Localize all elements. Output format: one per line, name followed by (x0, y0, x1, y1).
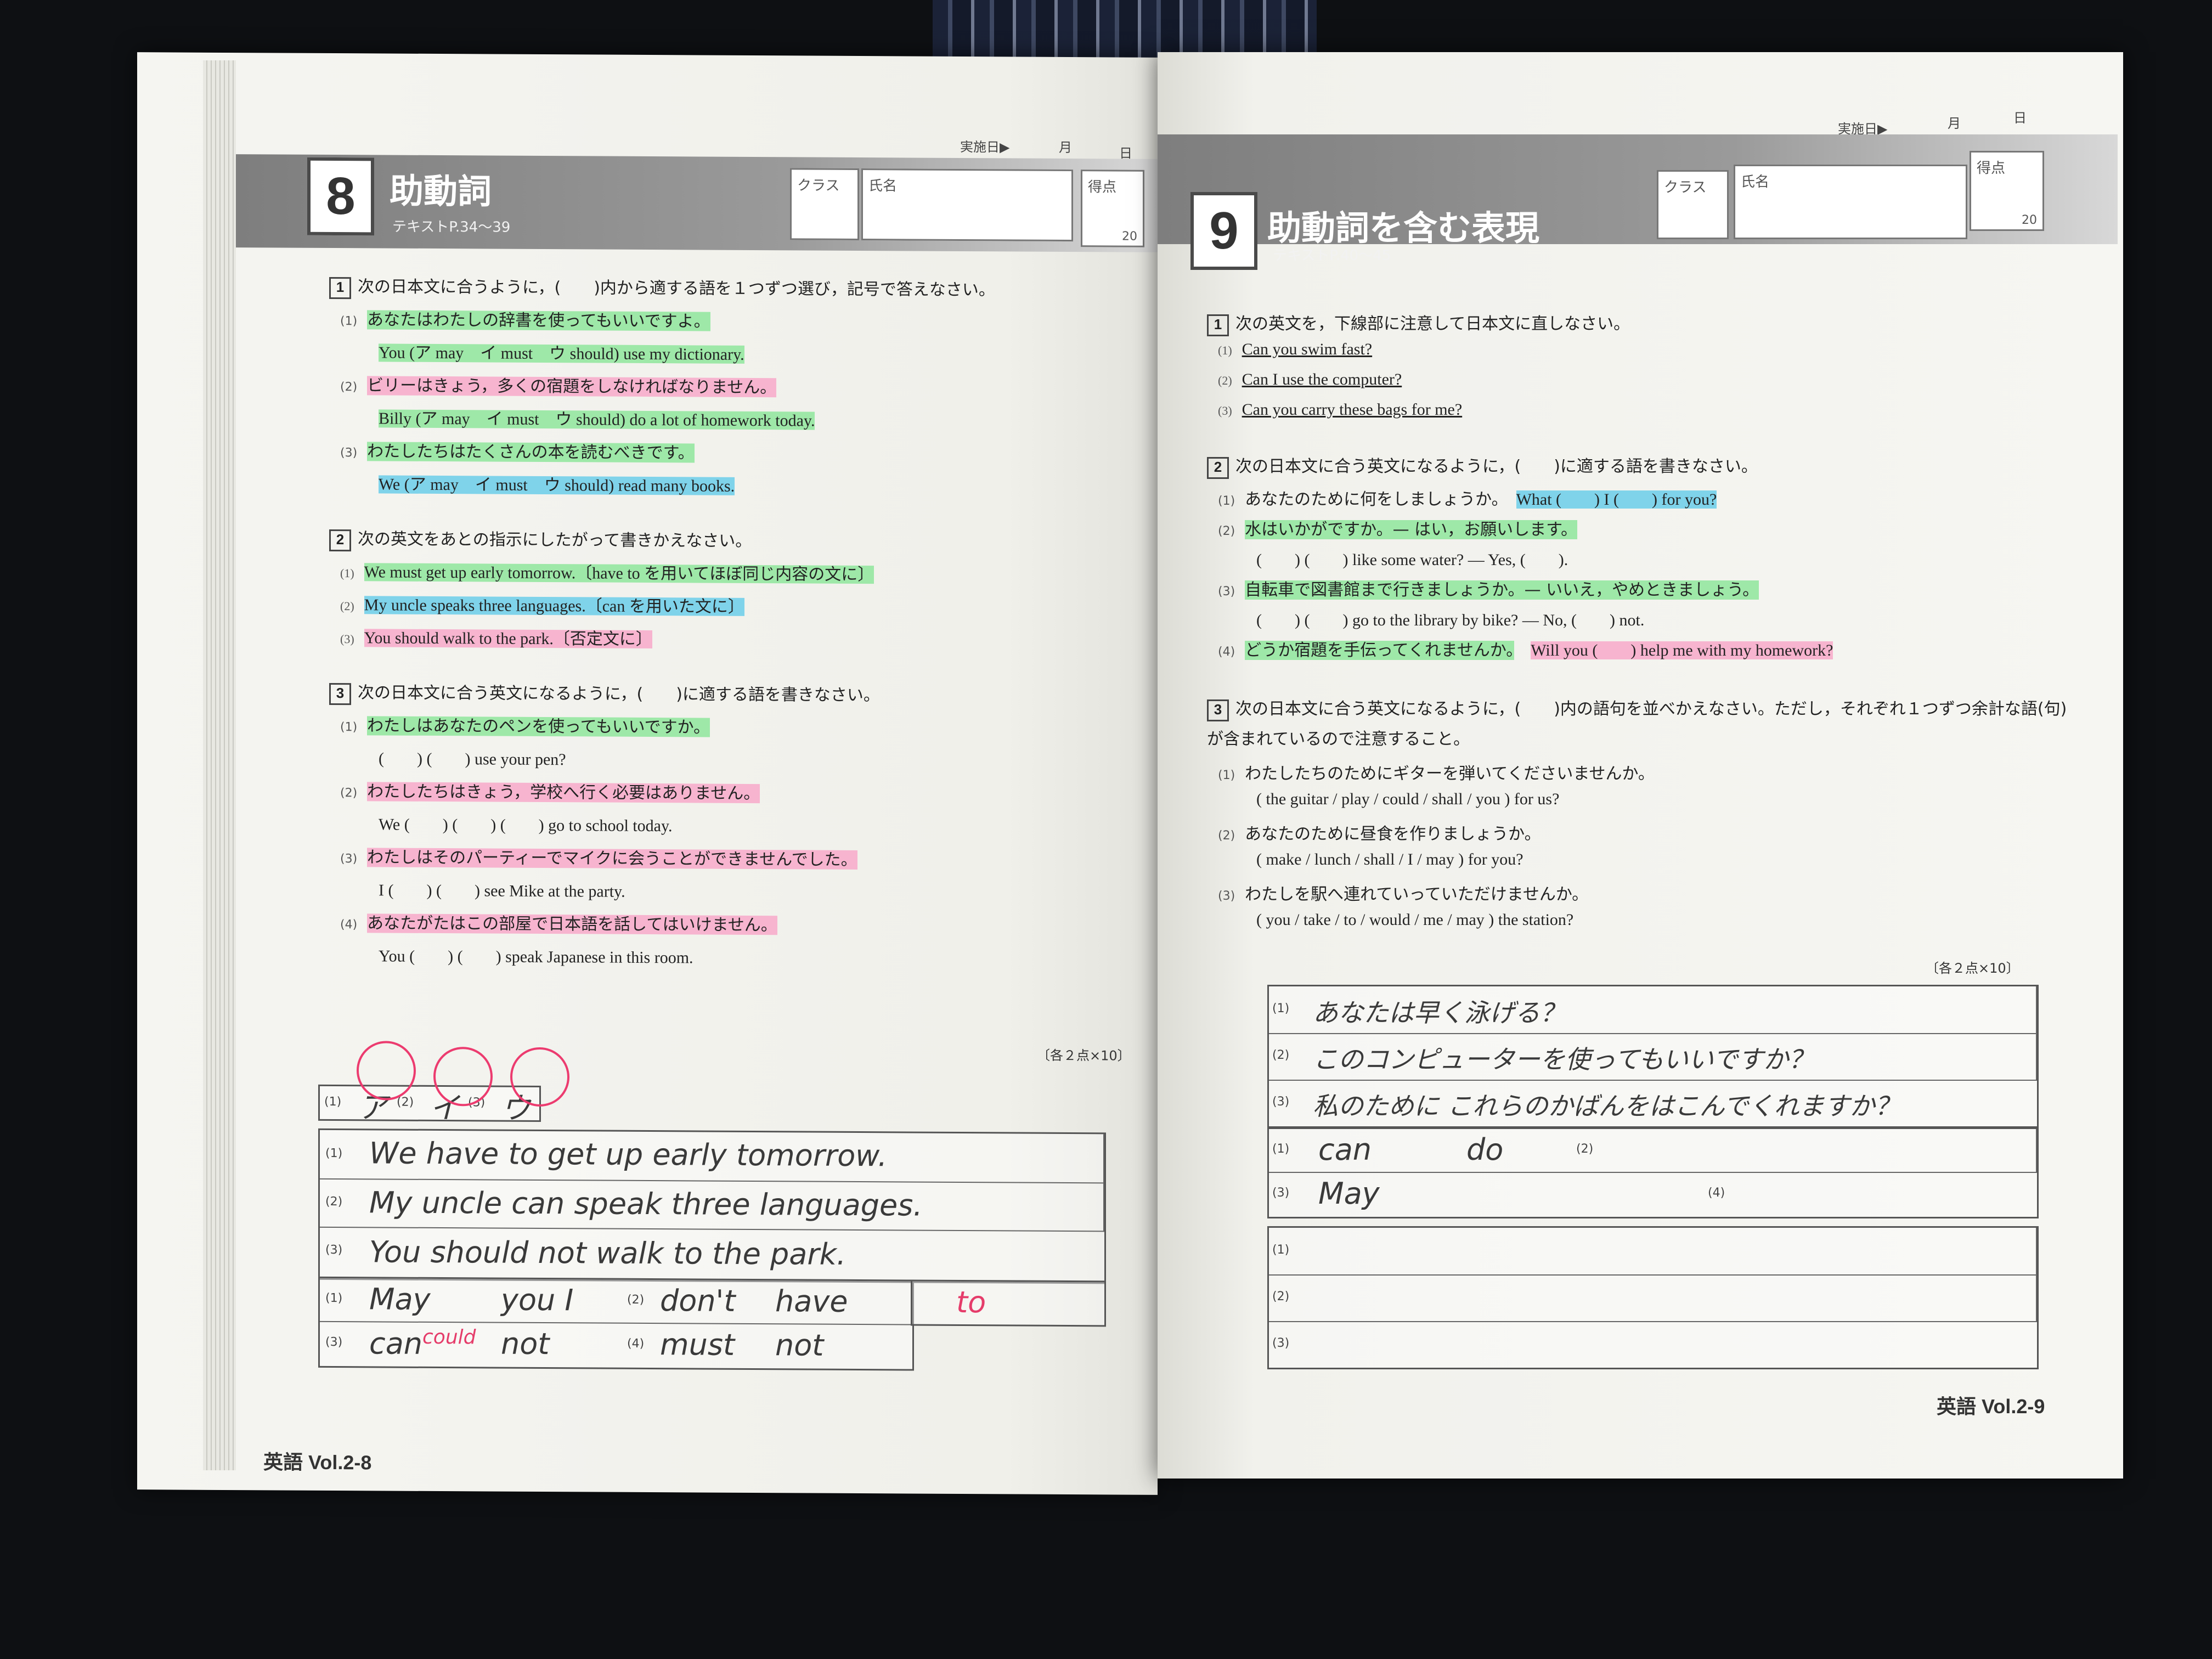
q2-3-english: ( ) ( ) go to the library by bike? — No,… (1256, 611, 1645, 629)
correct-mark (510, 1047, 569, 1107)
q3-3-japanese: (3) わたしはそのパーティーでマイクに会うことができませんでした。 (340, 848, 857, 870)
left-page: 実施日▶ 月 日 8 助動詞 テキストP.34～39 クラス 氏名 得点 20 1… (137, 52, 1158, 1495)
points-note: 〔各２点×10〕 (1926, 961, 2019, 976)
answer-block-3: (1) May you I (2) don't have (3) cancoul… (318, 1276, 914, 1371)
page-stack-edge (203, 60, 236, 1470)
answer-block-3: (1) (2) (3) (1267, 1226, 2039, 1369)
lesson-title: 助動詞を含む表現 (1267, 208, 1540, 248)
answer-1-1[interactable]: あなたは早く泳げる？ (1313, 993, 1565, 1029)
lesson-number: 9 (1190, 192, 1257, 270)
answer-2-1[interactable]: We have to get up early tomorrow. (369, 1136, 887, 1173)
correct-mark (357, 1041, 416, 1101)
q1-3-japanese: (3) わたしたちはたくさんの本を読むべきです。 (340, 442, 695, 463)
answer-3-1a[interactable]: May (369, 1282, 431, 1317)
correct-mark (433, 1046, 493, 1107)
q1-2-english: Billy (ア may イ must ウ should) do a lot o… (379, 409, 815, 430)
score-box: 得点 20 (1081, 170, 1144, 247)
answer-3-2b[interactable]: have (775, 1284, 848, 1319)
q3-3-japanese: (3) わたしを駅へ連れていっていただけませんか。 (1218, 885, 1589, 904)
question-3-header: 3 次の日本文に合う英文になるように，( )に適する語を書きなさい。 (329, 679, 880, 708)
lesson-number: 8 (307, 157, 374, 236)
answer-3-2c[interactable]: to (956, 1285, 986, 1319)
answer-3-3a[interactable]: cancould (369, 1325, 476, 1361)
points-note: 〔各２点×10〕 (1037, 1047, 1131, 1064)
class-box[interactable]: クラス (790, 168, 859, 241)
class-box[interactable]: クラス (1657, 170, 1729, 239)
answer-2-1b[interactable]: do (1466, 1132, 1503, 1167)
q3-2-japanese: (2) わたしたちはきょう，学校へ行く必要はありません。 (340, 782, 760, 804)
q1-3: (3) Can you carry these bags for me? (1218, 400, 1463, 419)
question-2-header: 2 次の英文をあとの指示にしたがって書きかえなさい。 (329, 525, 752, 554)
q1-1-japanese: (1) あなたはわたしの辞書を使ってもいいですよ。 (340, 310, 710, 331)
right-page: 実施日▶ 月 日 9 助動詞を含む表現 テキストP.40～45 クラス 氏名 得… (1158, 52, 2123, 1479)
answer-2-3[interactable]: You should not walk to the park. (369, 1234, 846, 1272)
q3-3-english: I ( ) ( ) see Mike at the party. (379, 881, 625, 901)
answer-3-3b[interactable]: not (501, 1327, 549, 1361)
q3-1-japanese: (1) わたしたちのためにギターを弾いてくださいませんか。 (1218, 764, 1655, 783)
answer-1-2[interactable]: このコンピューターを使ってもいいですか？ (1313, 1040, 1814, 1076)
q1-1-english: You (ア may イ must ウ should) use my dicti… (379, 343, 744, 364)
q3-1-english: ( ) ( ) use your pen? (379, 749, 566, 769)
answer-1-3[interactable]: 私のために これらのかばんをはこんでくれますか？ (1313, 1086, 1900, 1122)
score-box: 得点 20 (1970, 151, 2044, 231)
answer-2-1a[interactable]: can (1318, 1132, 1372, 1167)
answer-block-2: (1) We have to get up early tomorrow. (2… (318, 1128, 1106, 1284)
page-footer: 英語 Vol.2-9 (1937, 1395, 2045, 1418)
question-1-header: 1 次の日本文に合うように，( )内から適する語を１つずつ選び，記号で答えなさい。 (329, 273, 995, 302)
q1-2-japanese: (2) ビリーはきょう，多くの宿題をしなければなりません。 (340, 376, 777, 398)
answer-3-1b[interactable]: you I (501, 1283, 573, 1318)
q2-1: (1) あなたのために何をしましょうか。 What ( ) I ( ) for y… (1218, 490, 1717, 509)
q3-2-english: ( make / lunch / shall / I / may ) for y… (1256, 850, 1523, 868)
q3-3-english: ( you / take / to / would / me / may ) t… (1256, 911, 1574, 929)
answer-block-1: (1) あなたは早く泳げる？ (2) このコンピューターを使ってもいいですか？ … (1267, 985, 2039, 1128)
name-box[interactable]: 氏名 (1734, 165, 1967, 239)
lesson-title: 助動詞 (390, 171, 492, 212)
question-2-header: 2 次の日本文に合う英文になるように，( )に適する語を書きなさい。 (1207, 453, 1758, 479)
answer-block-2: (1) can do (2) (3) May (4) (1267, 1127, 2039, 1218)
answer-2-3a[interactable]: May (1318, 1176, 1380, 1211)
answer-3-4a[interactable]: must (660, 1327, 735, 1362)
text-reference: テキストP.40～45 (1273, 247, 1391, 264)
q2-3-japanese: (3) 自転車で図書館まで行きましょうか。— いいえ，やめときましょう。 (1218, 580, 1759, 600)
q3-1-english: ( the guitar / play / could / shall / yo… (1256, 790, 1560, 808)
answer-row-1: (1) ア (2) イ (3) ウ (318, 1084, 541, 1126)
day-label: 日 (2013, 110, 2027, 126)
q2-3: (3) You should walk to the park.〔否定文に〕 (340, 629, 652, 649)
month-label: 月 (1948, 116, 1961, 131)
month-label: 月 (1059, 139, 1072, 156)
q2-2: (2) My uncle speaks three languages.〔can … (340, 596, 744, 616)
q2-4: (4) どうか宿題を手伝ってくれませんか。 Will you ( ) help m… (1218, 641, 1833, 660)
answer-3-2a[interactable]: don't (660, 1283, 736, 1318)
page-footer: 英語 Vol.2-8 (263, 1451, 372, 1474)
q3-1-japanese: (1) わたしはあなたのペンを使ってもいいですか。 (340, 716, 710, 737)
text-reference: テキストP.34～39 (392, 218, 511, 236)
q2-2-english: ( ) ( ) like some water? — Yes, ( ). (1256, 551, 1568, 569)
answer-2-2[interactable]: My uncle can speak three languages. (369, 1185, 923, 1222)
q3-4-japanese: (4) あなたがたはこの部屋で日本語を話してはいけません。 (340, 913, 777, 935)
q2-1: (1) We must get up early tomorrow.〔have t… (340, 563, 874, 584)
answer-3-2-extra-cell: to (911, 1279, 1106, 1327)
question-1-header: 1 次の英文を，下線部に注意して日本文に直しなさい。 (1207, 310, 1630, 336)
answer-3-4b[interactable]: not (775, 1328, 823, 1362)
q1-3-english: We (ア may イ must ウ should) read many boo… (379, 475, 735, 495)
q1-1: (1) Can you swim fast? (1218, 340, 1373, 358)
q3-4-english: You ( ) ( ) speak Japanese in this room. (379, 947, 693, 967)
q3-2-english: We ( ) ( ) ( ) go to school today. (379, 815, 673, 836)
q3-2-japanese: (2) あなたのために昼食を作りましょうか。 (1218, 825, 1541, 844)
q1-2: (2) Can I use the computer? (1218, 370, 1402, 388)
q2-2-japanese: (2) 水はいかがですか。— はい，お願いします。 (1218, 520, 1578, 539)
date-label: 実施日▶ (960, 139, 1010, 155)
question-3-header: 3 次の日本文に合う英文になるように，( )内の語句を並べかえなさい。ただし，それ… (1207, 699, 2067, 749)
name-box[interactable]: 氏名 (861, 168, 1073, 242)
